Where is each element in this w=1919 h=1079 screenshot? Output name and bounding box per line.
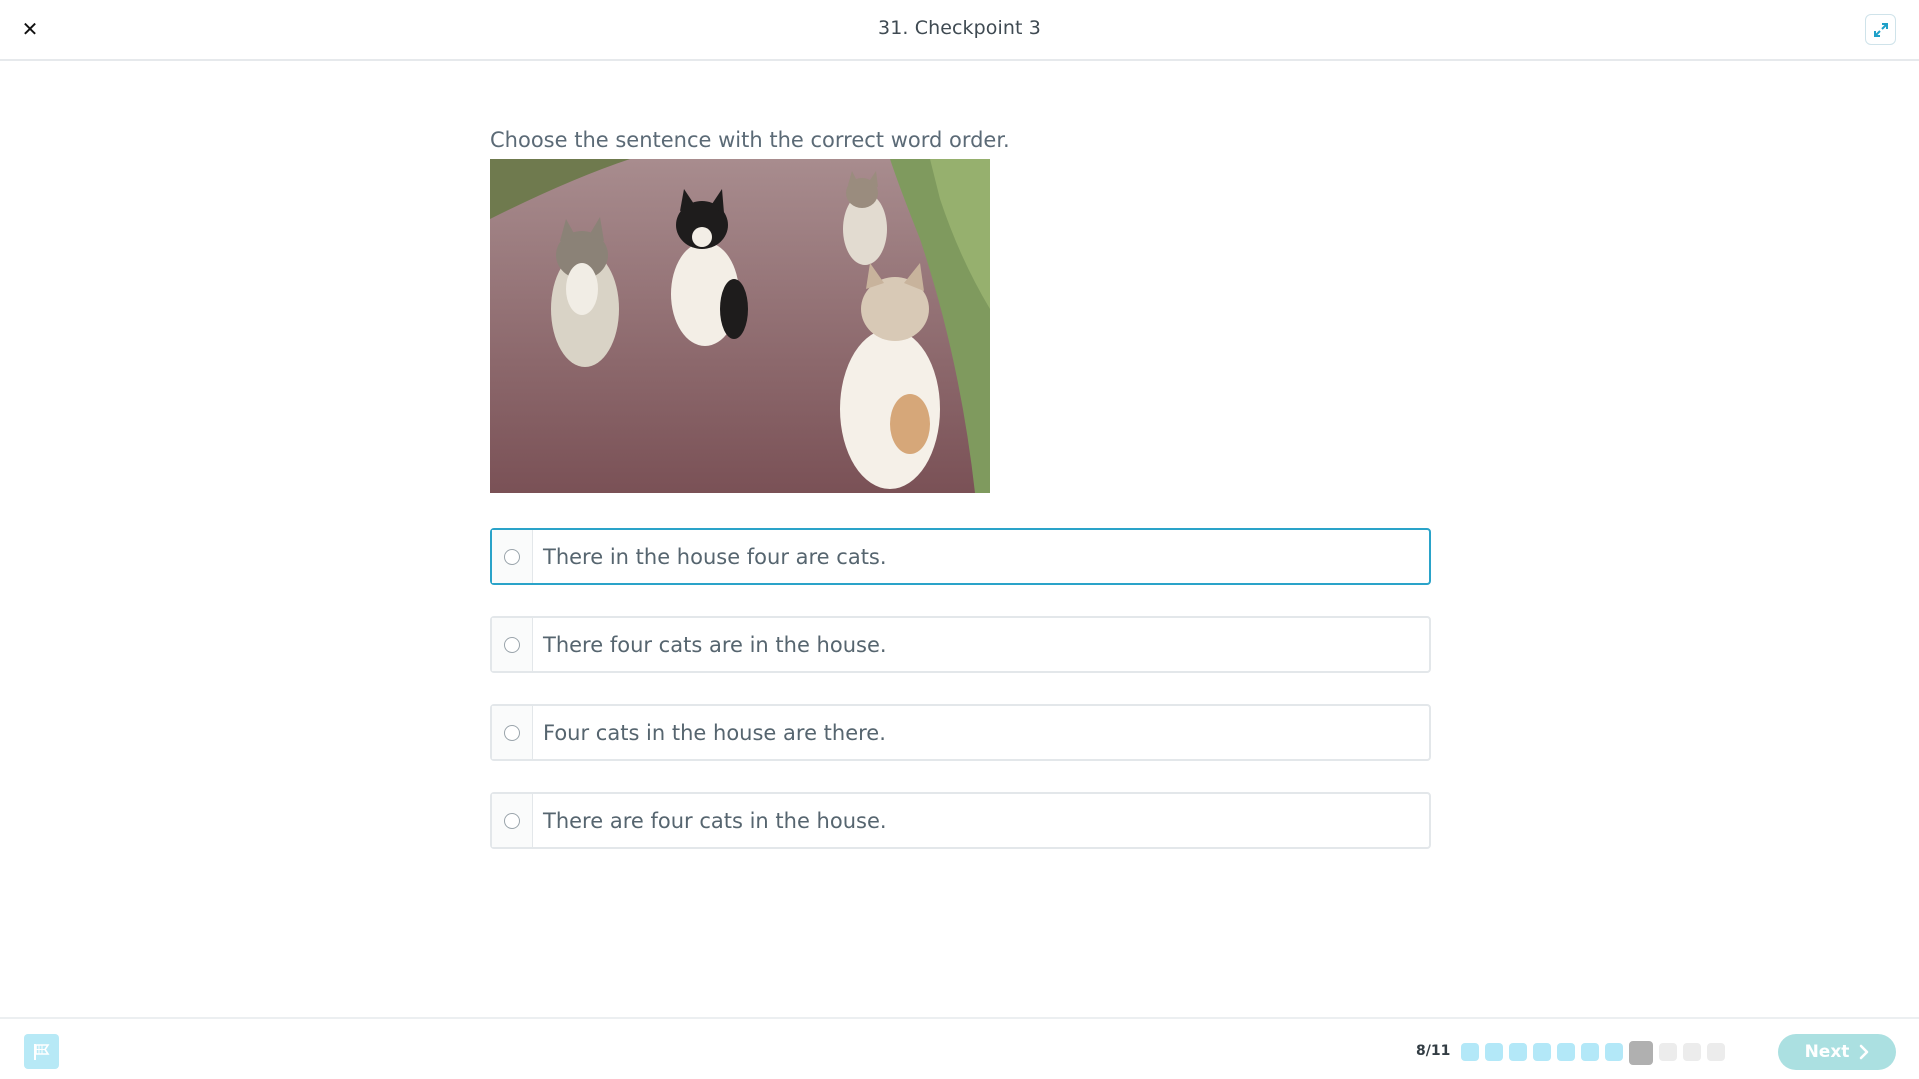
progress-step[interactable] xyxy=(1533,1043,1551,1061)
next-button-label: Next xyxy=(1804,1042,1850,1062)
radio-cell xyxy=(492,618,533,671)
answer-option-text: There are four cats in the house. xyxy=(543,808,887,833)
chevron-right-icon xyxy=(1860,1044,1869,1060)
expand-icon xyxy=(1873,22,1888,37)
progress-step[interactable] xyxy=(1605,1043,1623,1061)
flag-icon xyxy=(33,1043,49,1060)
progress-count: 8/11 xyxy=(1416,1043,1451,1059)
radio-button[interactable] xyxy=(504,548,520,565)
next-button[interactable]: Next xyxy=(1778,1034,1896,1070)
cats-photo xyxy=(490,159,990,493)
progress-step-current[interactable] xyxy=(1629,1041,1653,1065)
page-title: 31. Checkpoint 3 xyxy=(878,17,1041,39)
answer-option-4[interactable]: There are four cats in the house. xyxy=(490,792,1431,849)
radio-cell xyxy=(492,794,533,847)
answer-option-text: Four cats in the house are there. xyxy=(543,720,886,745)
question-prompt: Choose the sentence with the correct wor… xyxy=(490,128,1010,152)
progress-step[interactable] xyxy=(1557,1043,1575,1061)
bottom-bar: 8/11 Next xyxy=(0,1017,1919,1079)
progress-step[interactable] xyxy=(1485,1043,1503,1061)
radio-cell xyxy=(492,706,533,759)
progress-step[interactable] xyxy=(1659,1043,1677,1061)
progress-step[interactable] xyxy=(1683,1043,1701,1061)
progress-step[interactable] xyxy=(1461,1043,1479,1061)
radio-button[interactable] xyxy=(504,636,520,653)
progress-step[interactable] xyxy=(1707,1043,1725,1061)
answer-option-text: There in the house four are cats. xyxy=(543,544,887,569)
radio-cell xyxy=(492,530,533,583)
answer-option-1[interactable]: There in the house four are cats. xyxy=(490,528,1431,585)
answer-option-3[interactable]: Four cats in the house are there. xyxy=(490,704,1431,761)
progress-step[interactable] xyxy=(1509,1043,1527,1061)
radio-button[interactable] xyxy=(504,812,520,829)
radio-button[interactable] xyxy=(504,724,520,741)
progress-step[interactable] xyxy=(1581,1043,1599,1061)
flag-button[interactable] xyxy=(24,1034,59,1069)
expand-button[interactable] xyxy=(1865,14,1896,45)
answer-option-text: There four cats are in the house. xyxy=(543,632,887,657)
answer-option-2[interactable]: There four cats are in the house. xyxy=(490,616,1431,673)
top-bar: ✕ 31. Checkpoint 3 xyxy=(0,0,1919,61)
